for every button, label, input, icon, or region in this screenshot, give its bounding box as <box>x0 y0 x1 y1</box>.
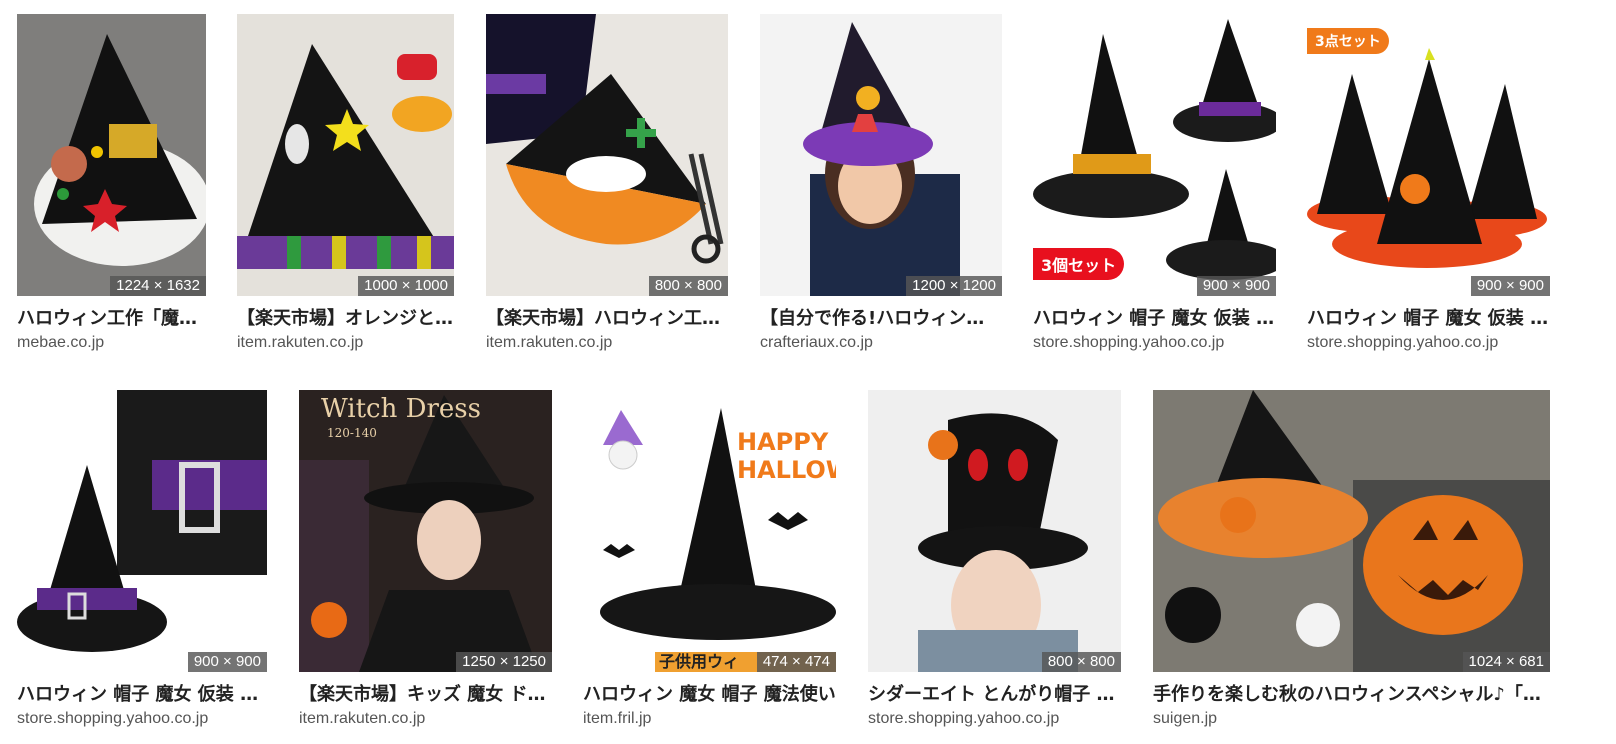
image-dimensions: 474 × 474 <box>756 652 836 672</box>
result-card-8[interactable]: Witch Dress 120-140 1250 × 1250 【楽天市場】キッ… <box>299 390 552 729</box>
result-card-1[interactable]: 1224 × 1632 ハロウィン工作「魔女の帽子」 mebae.co.jp <box>17 14 206 353</box>
result-thumbnail[interactable]: 900 × 900 <box>17 390 267 672</box>
image-dimensions: 800 × 800 <box>1041 652 1121 672</box>
result-card-9[interactable]: HAPPY HALLOWEEN 子供用ウィ 474 × 474 ハロウィン 魔女… <box>583 390 836 729</box>
result-card-11[interactable]: 1024 × 681 手作りを楽しむ秋のハロウィンスペシャル♪「帽子」 suig… <box>1153 390 1550 729</box>
result-site[interactable]: item.rakuten.co.jp <box>299 709 552 729</box>
image-dimensions: 1200 × 1200 <box>906 276 1002 296</box>
overlay-text: 子供用ウィ <box>659 652 740 671</box>
result-card-4[interactable]: 1200 × 1200 【自分で作る!ハロウィンの帽子】 crafteriaux… <box>760 14 1002 353</box>
result-site[interactable]: item.rakuten.co.jp <box>486 333 728 353</box>
plush-witch-hat-image <box>868 390 1121 672</box>
girl-in-witch-hat-image <box>760 14 1002 296</box>
result-title[interactable]: シダーエイト とんがり帽子 ハロウィン <box>868 682 1121 708</box>
result-card-5[interactable]: 3個セット 900 × 900 ハロウィン 帽子 魔女 仮装 3個セット sto… <box>1033 14 1276 353</box>
result-title[interactable]: ハロウィン 帽子 魔女 仮装 3個セット <box>1033 306 1276 332</box>
overlay-text: 120-140 <box>327 426 377 440</box>
result-thumbnail[interactable]: 1200 × 1200 <box>760 14 1002 296</box>
overlay-text: HAPPY HALLOWEEN <box>737 428 836 484</box>
image-dimensions: 900 × 900 <box>1196 276 1276 296</box>
paper-plate-witch-hat-image <box>17 14 206 296</box>
result-card-2[interactable]: 1000 × 1000 【楽天市場】オレンジとパープル item.rakuten… <box>237 14 454 353</box>
set-badge: 3点セット <box>1307 28 1389 54</box>
felt-witch-hat-kit-image <box>486 14 728 296</box>
result-card-10[interactable]: 800 × 800 シダーエイト とんがり帽子 ハロウィン store.shop… <box>868 390 1121 729</box>
set-badge: 3個セット <box>1033 248 1125 280</box>
overlay-text: Witch Dress <box>321 394 481 424</box>
result-site[interactable]: store.shopping.yahoo.co.jp <box>1307 333 1550 353</box>
result-title[interactable]: 【楽天市場】キッズ 魔女 ドレス <box>299 682 552 708</box>
result-site[interactable]: store.shopping.yahoo.co.jp <box>1033 333 1276 353</box>
image-dimensions: 1024 × 681 <box>1462 652 1550 672</box>
result-site[interactable]: suigen.jp <box>1153 709 1550 729</box>
image-dimensions: 800 × 800 <box>648 276 728 296</box>
result-title[interactable]: ハロウィン 帽子 魔女 仮装 3点セット <box>1307 306 1550 332</box>
result-thumbnail[interactable]: 1000 × 1000 <box>237 14 454 296</box>
image-dimensions: 1000 × 1000 <box>358 276 454 296</box>
result-site[interactable]: mebae.co.jp <box>17 333 206 353</box>
handmade-halloween-hat-image <box>1153 390 1550 672</box>
result-thumbnail[interactable]: HAPPY HALLOWEEN 子供用ウィ 474 × 474 <box>583 390 836 672</box>
result-title[interactable]: 【自分で作る!ハロウィンの帽子】 <box>760 306 1002 332</box>
result-card-3[interactable]: 800 × 800 【楽天市場】ハロウィン工作キット item.rakuten.… <box>486 14 728 353</box>
three-pointed-hats-image <box>1307 14 1550 296</box>
result-site[interactable]: item.fril.jp <box>583 709 836 729</box>
result-thumbnail[interactable]: 1224 × 1632 <box>17 14 206 296</box>
image-dimensions: 900 × 900 <box>1470 276 1550 296</box>
result-thumbnail[interactable]: 3点セット 900 × 900 <box>1307 14 1550 296</box>
felt-witch-hat-image <box>237 14 454 296</box>
result-site[interactable]: store.shopping.yahoo.co.jp <box>17 709 267 729</box>
image-dimensions: 1250 × 1250 <box>456 652 552 672</box>
result-site[interactable]: item.rakuten.co.jp <box>237 333 454 353</box>
result-thumbnail[interactable]: 800 × 800 <box>868 390 1121 672</box>
result-thumbnail[interactable]: 3個セット 900 × 900 <box>1033 14 1276 296</box>
result-title[interactable]: ハロウィン 魔女 帽子 魔法使い <box>583 682 836 708</box>
result-card-6[interactable]: 3点セット 900 × 900 ハロウィン 帽子 魔女 仮装 3点セット sto… <box>1307 14 1550 353</box>
result-card-7[interactable]: 900 × 900 ハロウィン 帽子 魔女 仮装 コスプレ store.shop… <box>17 390 267 729</box>
result-title[interactable]: 【楽天市場】オレンジとパープル <box>237 306 454 332</box>
witch-hat-closeup-image <box>17 390 267 672</box>
result-title[interactable]: 【楽天市場】ハロウィン工作キット <box>486 306 728 332</box>
result-title[interactable]: ハロウィン工作「魔女の帽子」 <box>17 306 206 332</box>
result-thumbnail[interactable]: 800 × 800 <box>486 14 728 296</box>
result-site[interactable]: store.shopping.yahoo.co.jp <box>868 709 1121 729</box>
result-thumbnail[interactable]: 1024 × 681 <box>1153 390 1550 672</box>
result-title[interactable]: 手作りを楽しむ秋のハロウィンスペシャル♪「帽子」 <box>1153 682 1550 708</box>
image-dimensions: 900 × 900 <box>187 652 267 672</box>
result-site[interactable]: crafteriaux.co.jp <box>760 333 1002 353</box>
image-dimensions: 1224 × 1632 <box>110 276 206 296</box>
result-thumbnail[interactable]: Witch Dress 120-140 1250 × 1250 <box>299 390 552 672</box>
result-title[interactable]: ハロウィン 帽子 魔女 仮装 コスプレ <box>17 682 267 708</box>
